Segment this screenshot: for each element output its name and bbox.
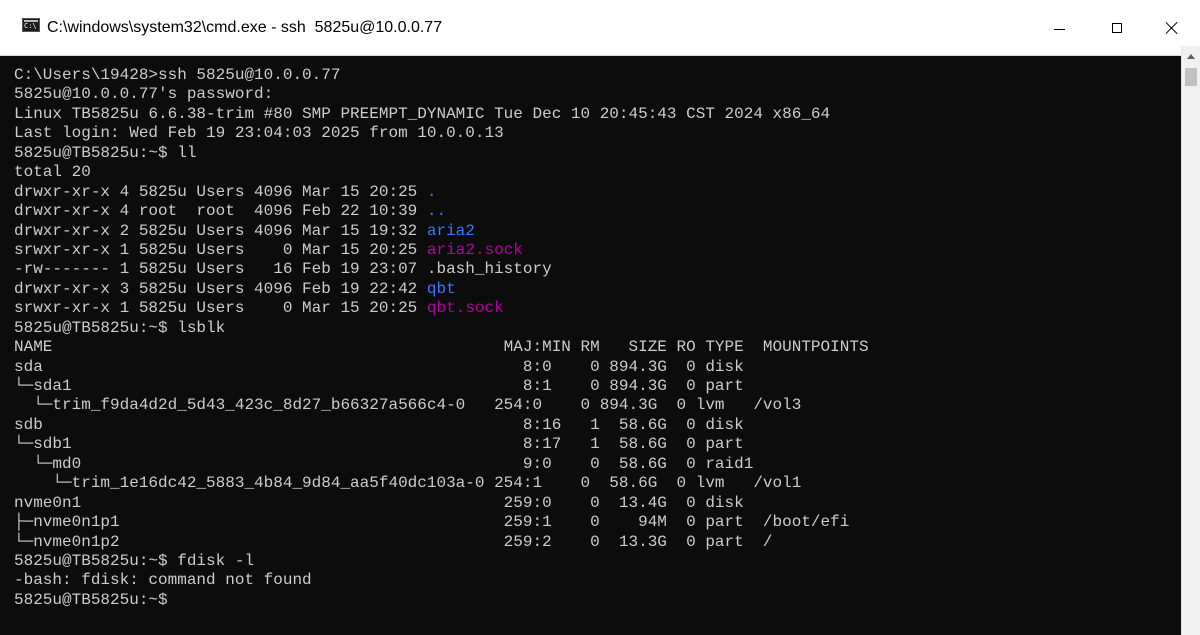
close-icon bbox=[1165, 21, 1179, 35]
terminal-text: 5825u@TB5825u:~$ bbox=[14, 590, 178, 609]
terminal-text: └─nvme0n1p2 259:2 0 13.3G 0 part / bbox=[14, 532, 773, 551]
terminal-text: sda 8:0 0 894.3G 0 disk bbox=[14, 357, 744, 376]
terminal-text: drwxr-xr-x 2 5825u Users 4096 Mar 15 19:… bbox=[14, 221, 427, 240]
file-name-purple: qbt.sock bbox=[426, 299, 504, 318]
terminal-line: └─trim_1e16dc42_5883_4b84_9d84_aa5f40dc1… bbox=[14, 474, 1180, 493]
maximize-button[interactable] bbox=[1088, 0, 1146, 56]
terminal-text: total 20 bbox=[14, 163, 91, 182]
scroll-up-arrow-icon[interactable] bbox=[1182, 48, 1200, 64]
terminal-line: Last login: Wed Feb 19 23:04:03 2025 fro… bbox=[14, 124, 1180, 143]
terminal-text: └─trim_1e16dc42_5883_4b84_9d84_aa5f40dc1… bbox=[14, 474, 802, 493]
terminal-line: 5825u@TB5825u:~$ lsblk bbox=[14, 319, 1180, 338]
scroll-thumb[interactable] bbox=[1185, 68, 1197, 86]
file-name-blue: .. bbox=[426, 202, 447, 221]
terminal-line: └─nvme0n1p2 259:2 0 13.3G 0 part / bbox=[14, 533, 1180, 552]
file-name-purple: aria2.sock bbox=[426, 240, 523, 259]
terminal-text: srwxr-xr-x 1 5825u Users 0 Mar 15 20:25 bbox=[14, 240, 427, 259]
terminal-line: drwxr-xr-x 4 root root 4096 Feb 22 10:39… bbox=[14, 202, 1180, 221]
terminal-text: └─trim_f9da4d2d_5d43_423c_8d27_b66327a56… bbox=[14, 396, 802, 415]
terminal-text: ├─nvme0n1p1 259:1 0 94M 0 part /boot/efi bbox=[14, 513, 850, 532]
minimize-icon bbox=[1053, 28, 1065, 30]
terminal-line: sdb 8:16 1 58.6G 0 disk bbox=[14, 416, 1180, 435]
terminal-text: nvme0n1 259:0 0 13.4G 0 disk bbox=[14, 493, 744, 512]
terminal-text: drwxr-xr-x 4 5825u Users 4096 Mar 15 20:… bbox=[14, 182, 427, 201]
terminal-line: C:\Users\19428>ssh 5825u@10.0.0.77 bbox=[14, 66, 1180, 85]
cmd-window: C:\windows\system32\cmd.exe - ssh 5825u@… bbox=[0, 0, 1200, 635]
maximize-icon bbox=[1112, 23, 1122, 33]
minimize-button[interactable] bbox=[1030, 0, 1088, 56]
terminal-output[interactable]: C:\Users\19428>ssh 5825u@10.0.0.77 5825u@… bbox=[14, 66, 1180, 626]
title-bar[interactable]: C:\windows\system32\cmd.exe - ssh 5825u@… bbox=[0, 0, 1200, 56]
terminal-line: ├─nvme0n1p1 259:1 0 94M 0 part /boot/efi bbox=[14, 513, 1180, 532]
terminal-line: 5825u@TB5825u:~$ fdisk -l bbox=[14, 552, 1180, 571]
terminal-line: └─sda1 8:1 0 894.3G 0 part bbox=[14, 377, 1180, 396]
terminal-line: sda 8:0 0 894.3G 0 disk bbox=[14, 358, 1180, 377]
terminal-line: -rw------- 1 5825u Users 16 Feb 19 23:07… bbox=[14, 260, 1180, 279]
terminal-line: Linux TB5825u 6.6.38-trim #80 SMP PREEMP… bbox=[14, 105, 1180, 124]
terminal-line: -bash: fdisk: command not found bbox=[14, 571, 1180, 590]
terminal-text: Linux TB5825u 6.6.38-trim #80 SMP PREEMP… bbox=[14, 104, 831, 123]
file-name-blue: . bbox=[426, 182, 437, 201]
vertical-scrollbar[interactable] bbox=[1181, 46, 1200, 635]
terminal-text: 5825u@TB5825u:~$ lsblk bbox=[14, 318, 226, 337]
terminal-text: drwxr-xr-x 3 5825u Users 4096 Feb 19 22:… bbox=[14, 279, 427, 298]
terminal-text: srwxr-xr-x 1 5825u Users 0 Mar 15 20:25 bbox=[14, 299, 427, 318]
file-name-blue: aria2 bbox=[426, 221, 475, 240]
terminal-text: -bash: fdisk: command not found bbox=[14, 571, 312, 590]
terminal-text: └─sda1 8:1 0 894.3G 0 part bbox=[14, 377, 744, 395]
terminal-line: total 20 bbox=[14, 163, 1180, 182]
terminal-line: srwxr-xr-x 1 5825u Users 0 Mar 15 20:25 … bbox=[14, 241, 1180, 260]
terminal-text: 5825u@TB5825u:~$ ll bbox=[14, 143, 197, 162]
terminal-line: srwxr-xr-x 1 5825u Users 0 Mar 15 20:25 … bbox=[14, 299, 1180, 318]
terminal-line: nvme0n1 259:0 0 13.4G 0 disk bbox=[14, 494, 1180, 513]
terminal-line: drwxr-xr-x 3 5825u Users 4096 Feb 19 22:… bbox=[14, 280, 1180, 299]
terminal-text: NAME MAJ:MIN RM SIZE RO TYPE MOUNTPOINTS bbox=[14, 338, 869, 357]
terminal-text: Last login: Wed Feb 19 23:04:03 2025 fro… bbox=[14, 124, 504, 143]
terminal-text: 5825u@10.0.0.77's password: bbox=[14, 85, 274, 104]
terminal-text: drwxr-xr-x 4 root root 4096 Feb 22 10:39 bbox=[14, 202, 427, 221]
terminal-line: └─sdb1 8:17 1 58.6G 0 part bbox=[14, 435, 1180, 454]
terminal-line: └─trim_f9da4d2d_5d43_423c_8d27_b66327a56… bbox=[14, 396, 1180, 415]
terminal-line: drwxr-xr-x 4 5825u Users 4096 Mar 15 20:… bbox=[14, 183, 1180, 202]
terminal-line: 5825u@10.0.0.77's password: bbox=[14, 85, 1180, 104]
cmd-console-icon bbox=[22, 18, 40, 32]
terminal-line: └─md0 9:0 0 58.6G 0 raid1 bbox=[14, 455, 1180, 474]
terminal-text: -rw------- 1 5825u Users 16 Feb 19 23:07… bbox=[14, 260, 552, 279]
terminal-text: └─md0 9:0 0 58.6G 0 raid1 bbox=[14, 454, 754, 473]
terminal-line: NAME MAJ:MIN RM SIZE RO TYPE MOUNTPOINTS bbox=[14, 338, 1180, 357]
terminal-text: └─sdb1 8:17 1 58.6G 0 part bbox=[14, 435, 744, 454]
terminal-text: 5825u@TB5825u:~$ fdisk -l bbox=[14, 551, 255, 570]
file-name-blue: qbt bbox=[426, 279, 456, 298]
terminal-line: drwxr-xr-x 2 5825u Users 4096 Mar 15 19:… bbox=[14, 222, 1180, 241]
terminal-line: 5825u@TB5825u:~$ bbox=[14, 591, 1180, 610]
terminal-text: sdb 8:16 1 58.6G 0 disk bbox=[14, 415, 744, 434]
window-title: C:\windows\system32\cmd.exe - ssh 5825u@… bbox=[47, 19, 443, 36]
terminal-line: 5825u@TB5825u:~$ ll bbox=[14, 144, 1180, 163]
terminal-text: C:\Users\19428>ssh 5825u@10.0.0.77 bbox=[14, 66, 341, 84]
